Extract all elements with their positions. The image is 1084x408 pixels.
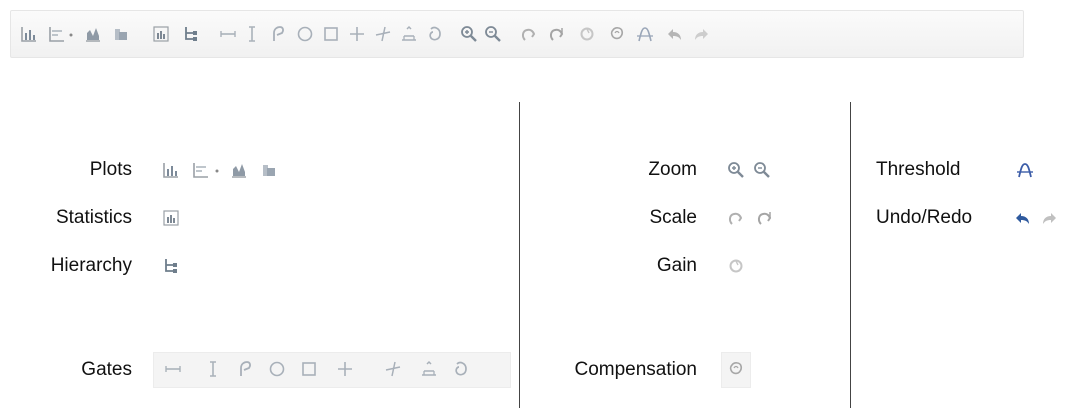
zoom-out-icon[interactable] bbox=[481, 22, 505, 46]
zoom-out-icon[interactable] bbox=[749, 157, 775, 183]
histogram-icon[interactable] bbox=[226, 157, 252, 183]
vertical-gate-icon[interactable] bbox=[200, 356, 226, 382]
gain-label: Gain bbox=[656, 255, 697, 276]
dropdown-dot-icon[interactable] bbox=[65, 22, 77, 46]
column-divider bbox=[519, 102, 520, 408]
threshold-icon[interactable] bbox=[1012, 157, 1038, 183]
undo-icon[interactable] bbox=[663, 22, 687, 46]
scale-icon[interactable] bbox=[723, 205, 749, 231]
rectangle-gate-icon[interactable] bbox=[296, 356, 322, 382]
column-divider bbox=[850, 102, 851, 408]
bar-plot-icon[interactable] bbox=[17, 22, 41, 46]
compensation-label: Compensation bbox=[574, 359, 697, 380]
undo-redo-label: Undo/Redo bbox=[876, 207, 973, 228]
toolbar bbox=[10, 10, 1024, 58]
lasso-gate-icon[interactable] bbox=[448, 356, 474, 382]
scale-icon[interactable] bbox=[517, 22, 541, 46]
range-gate-icon[interactable] bbox=[416, 356, 442, 382]
vertical-gate-icon[interactable] bbox=[240, 22, 264, 46]
ellipse-gate-icon[interactable] bbox=[264, 356, 290, 382]
dropdown-dot-icon[interactable] bbox=[210, 157, 224, 183]
skewed-quadrant-gate-icon[interactable] bbox=[380, 356, 406, 382]
gain-icon[interactable] bbox=[723, 253, 749, 279]
histogram-icon[interactable] bbox=[81, 22, 105, 46]
horizontal-gate-icon[interactable] bbox=[216, 22, 240, 46]
quadrant-gate-icon[interactable] bbox=[345, 22, 369, 46]
undo-icon[interactable] bbox=[1010, 205, 1036, 231]
quadrant-gate-icon[interactable] bbox=[332, 356, 358, 382]
lasso-gate-icon[interactable] bbox=[423, 22, 447, 46]
scale-alt-icon[interactable] bbox=[545, 22, 569, 46]
scale-label: Scale bbox=[649, 207, 697, 228]
statistics-label: Statistics bbox=[55, 207, 132, 228]
gain-icon[interactable] bbox=[575, 22, 599, 46]
compensation-icon[interactable] bbox=[723, 356, 749, 382]
overlay-plot-icon[interactable] bbox=[109, 22, 133, 46]
scale-alt-icon[interactable] bbox=[752, 205, 778, 231]
polygon-gate-icon[interactable] bbox=[266, 22, 290, 46]
redo-icon[interactable] bbox=[1036, 205, 1062, 231]
statistics-icon[interactable] bbox=[158, 205, 184, 231]
hierarchy-icon[interactable] bbox=[158, 253, 184, 279]
zoom-in-icon[interactable] bbox=[457, 22, 481, 46]
overlay-plot-icon[interactable] bbox=[256, 157, 282, 183]
compensation-icon[interactable] bbox=[605, 22, 629, 46]
threshold-icon[interactable] bbox=[633, 22, 657, 46]
plots-label: Plots bbox=[89, 159, 132, 180]
polygon-gate-icon[interactable] bbox=[232, 356, 258, 382]
range-gate-icon[interactable] bbox=[397, 22, 421, 46]
hierarchy-icon[interactable] bbox=[179, 22, 203, 46]
skewed-quadrant-gate-icon[interactable] bbox=[371, 22, 395, 46]
rectangle-gate-icon[interactable] bbox=[319, 22, 343, 46]
redo-icon[interactable] bbox=[689, 22, 713, 46]
hierarchy-label: Hierarchy bbox=[50, 255, 132, 276]
ellipse-gate-icon[interactable] bbox=[293, 22, 317, 46]
zoom-in-icon[interactable] bbox=[723, 157, 749, 183]
threshold-label: Threshold bbox=[876, 159, 961, 180]
zoom-label: Zoom bbox=[648, 159, 697, 180]
horizontal-gate-icon[interactable] bbox=[160, 356, 186, 382]
gates-label: Gates bbox=[81, 359, 132, 380]
statistics-icon[interactable] bbox=[149, 22, 173, 46]
bar-plot-icon[interactable] bbox=[158, 157, 184, 183]
